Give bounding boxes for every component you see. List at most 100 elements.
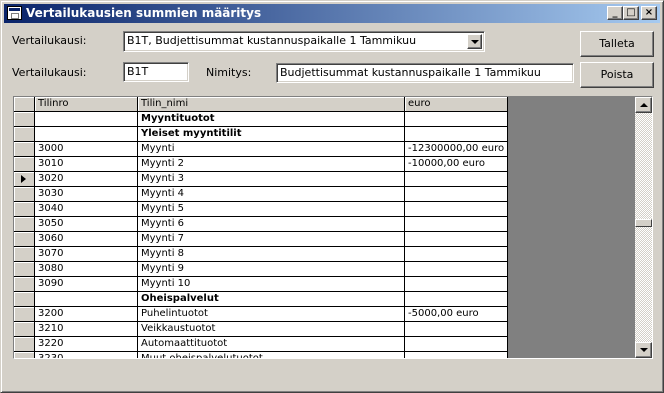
cell-tilinro[interactable]: 3030 [35, 187, 138, 202]
cell-euro[interactable] [405, 127, 508, 142]
row-selector[interactable] [14, 247, 35, 262]
cell-euro[interactable] [405, 322, 508, 337]
row-selector[interactable] [14, 307, 35, 322]
window-icon[interactable] [7, 6, 22, 20]
comparison-period-code-input[interactable]: B1T [123, 62, 189, 82]
table-row[interactable]: 3020 Myynti 3 [14, 172, 508, 187]
comparison-period-combo[interactable]: B1T, Budjettisummat kustannuspaikalle 1 … [123, 31, 485, 52]
close-button[interactable]: × [641, 6, 657, 20]
cell-tilinro[interactable]: 3200 [35, 307, 138, 322]
cell-tilin-nimi[interactable]: Myyntituotot [138, 112, 405, 127]
name-input[interactable]: Budjettisummat kustannuspaikalle 1 Tammi… [276, 63, 574, 83]
scroll-down-button[interactable] [635, 342, 652, 358]
save-button[interactable]: Talleta [580, 31, 654, 57]
cell-tilin-nimi[interactable]: Myynti 10 [138, 277, 405, 292]
column-header-tilinro[interactable]: Tilinro [35, 97, 138, 112]
title-bar[interactable]: Vertailukausien summien määritys _ □ × [4, 4, 660, 23]
cell-euro[interactable] [405, 337, 508, 352]
cell-euro[interactable] [405, 202, 508, 217]
scroll-up-button[interactable] [635, 97, 652, 113]
row-selector[interactable] [14, 277, 35, 292]
cell-tilin-nimi[interactable]: Myynti 5 [138, 202, 405, 217]
cell-tilinro[interactable]: 3220 [35, 337, 138, 352]
minimize-button[interactable]: _ [607, 6, 623, 20]
header-corner[interactable] [14, 97, 35, 112]
cell-tilinro[interactable]: 3090 [35, 277, 138, 292]
row-selector[interactable] [14, 142, 35, 157]
cell-tilinro[interactable]: 3080 [35, 262, 138, 277]
cell-euro[interactable] [405, 217, 508, 232]
cell-tilinro[interactable] [35, 127, 138, 142]
cell-euro[interactable] [405, 352, 508, 358]
cell-euro[interactable] [405, 172, 508, 187]
cell-euro[interactable] [405, 292, 508, 307]
cell-tilinro[interactable]: 3020 [35, 172, 138, 187]
cell-tilinro[interactable]: 3050 [35, 217, 138, 232]
cell-tilinro[interactable]: 3000 [35, 142, 138, 157]
cell-tilin-nimi[interactable]: Myynti 4 [138, 187, 405, 202]
column-header-euro[interactable]: euro [405, 97, 508, 112]
table-row[interactable]: 3230 Muut oheispalvelutuotot [14, 352, 508, 358]
row-selector[interactable] [14, 112, 35, 127]
table-row[interactable]: 3220 Automaattituotot [14, 337, 508, 352]
scroll-thumb[interactable] [635, 219, 652, 227]
cell-tilin-nimi[interactable]: Myynti 6 [138, 217, 405, 232]
row-selector[interactable] [14, 172, 35, 187]
row-selector[interactable] [14, 127, 35, 142]
cell-tilin-nimi[interactable]: Veikkaustuotot [138, 322, 405, 337]
cell-tilin-nimi[interactable]: Automaattituotot [138, 337, 405, 352]
row-selector[interactable] [14, 187, 35, 202]
cell-tilin-nimi[interactable]: Myynti 8 [138, 247, 405, 262]
cell-tilin-nimi[interactable]: Myynti 9 [138, 262, 405, 277]
cell-tilin-nimi[interactable]: Oheispalvelut [138, 292, 405, 307]
table-row[interactable]: 3000 Myynti -12300000,00 euro [14, 142, 508, 157]
row-selector[interactable] [14, 337, 35, 352]
cell-tilinro[interactable]: 3210 [35, 322, 138, 337]
table-row[interactable]: Yleiset myyntitilit [14, 127, 508, 142]
cell-euro[interactable] [405, 277, 508, 292]
cell-euro[interactable]: -5000,00 euro [405, 307, 508, 322]
cell-tilin-nimi[interactable]: Myynti 2 [138, 157, 405, 172]
row-selector[interactable] [14, 157, 35, 172]
cell-tilinro[interactable]: 3070 [35, 247, 138, 262]
row-selector[interactable] [14, 292, 35, 307]
cell-tilinro[interactable] [35, 292, 138, 307]
cell-tilin-nimi[interactable]: Myynti [138, 142, 405, 157]
maximize-button[interactable]: □ [623, 6, 639, 20]
cell-euro[interactable]: -12300000,00 euro [405, 142, 508, 157]
vertical-scrollbar[interactable] [635, 97, 652, 358]
cell-euro[interactable] [405, 262, 508, 277]
cell-euro[interactable] [405, 247, 508, 262]
cell-tilin-nimi[interactable]: Puhelintuotot [138, 307, 405, 322]
table-row[interactable]: 3200 Puhelintuotot -5000,00 euro [14, 307, 508, 322]
table-row[interactable]: 3040 Myynti 5 [14, 202, 508, 217]
cell-tilinro[interactable]: 3010 [35, 157, 138, 172]
dropdown-arrow-icon[interactable] [467, 34, 482, 49]
cell-tilin-nimi[interactable]: Myynti 3 [138, 172, 405, 187]
cell-tilin-nimi[interactable]: Muut oheispalvelutuotot [138, 352, 405, 358]
row-selector[interactable] [14, 352, 35, 358]
cell-tilinro[interactable] [35, 112, 138, 127]
table-row[interactable]: 3060 Myynti 7 [14, 232, 508, 247]
cell-tilin-nimi[interactable]: Yleiset myyntitilit [138, 127, 405, 142]
column-header-tilin-nimi[interactable]: Tilin_nimi [138, 97, 405, 112]
table-row[interactable]: 3010 Myynti 2 -10000,00 euro [14, 157, 508, 172]
row-selector[interactable] [14, 262, 35, 277]
table-row[interactable]: 3210 Veikkaustuotot [14, 322, 508, 337]
cell-euro[interactable] [405, 112, 508, 127]
cell-tilinro[interactable]: 3060 [35, 232, 138, 247]
table-row[interactable]: 3090 Myynti 10 [14, 277, 508, 292]
table-row[interactable]: Myyntituotot [14, 112, 508, 127]
cell-tilinro[interactable]: 3040 [35, 202, 138, 217]
table-row[interactable]: 3080 Myynti 9 [14, 262, 508, 277]
delete-button[interactable]: Poista [580, 62, 654, 88]
cell-euro[interactable]: -10000,00 euro [405, 157, 508, 172]
row-selector[interactable] [14, 232, 35, 247]
table-row[interactable]: 3030 Myynti 4 [14, 187, 508, 202]
row-selector[interactable] [14, 217, 35, 232]
table-row[interactable]: Oheispalvelut [14, 292, 508, 307]
table-row[interactable]: 3050 Myynti 6 [14, 217, 508, 232]
accounts-grid[interactable]: Tilinro Tilin_nimi euro Myyntituotot Ylei… [13, 96, 653, 359]
cell-euro[interactable] [405, 187, 508, 202]
cell-tilinro[interactable]: 3230 [35, 352, 138, 358]
